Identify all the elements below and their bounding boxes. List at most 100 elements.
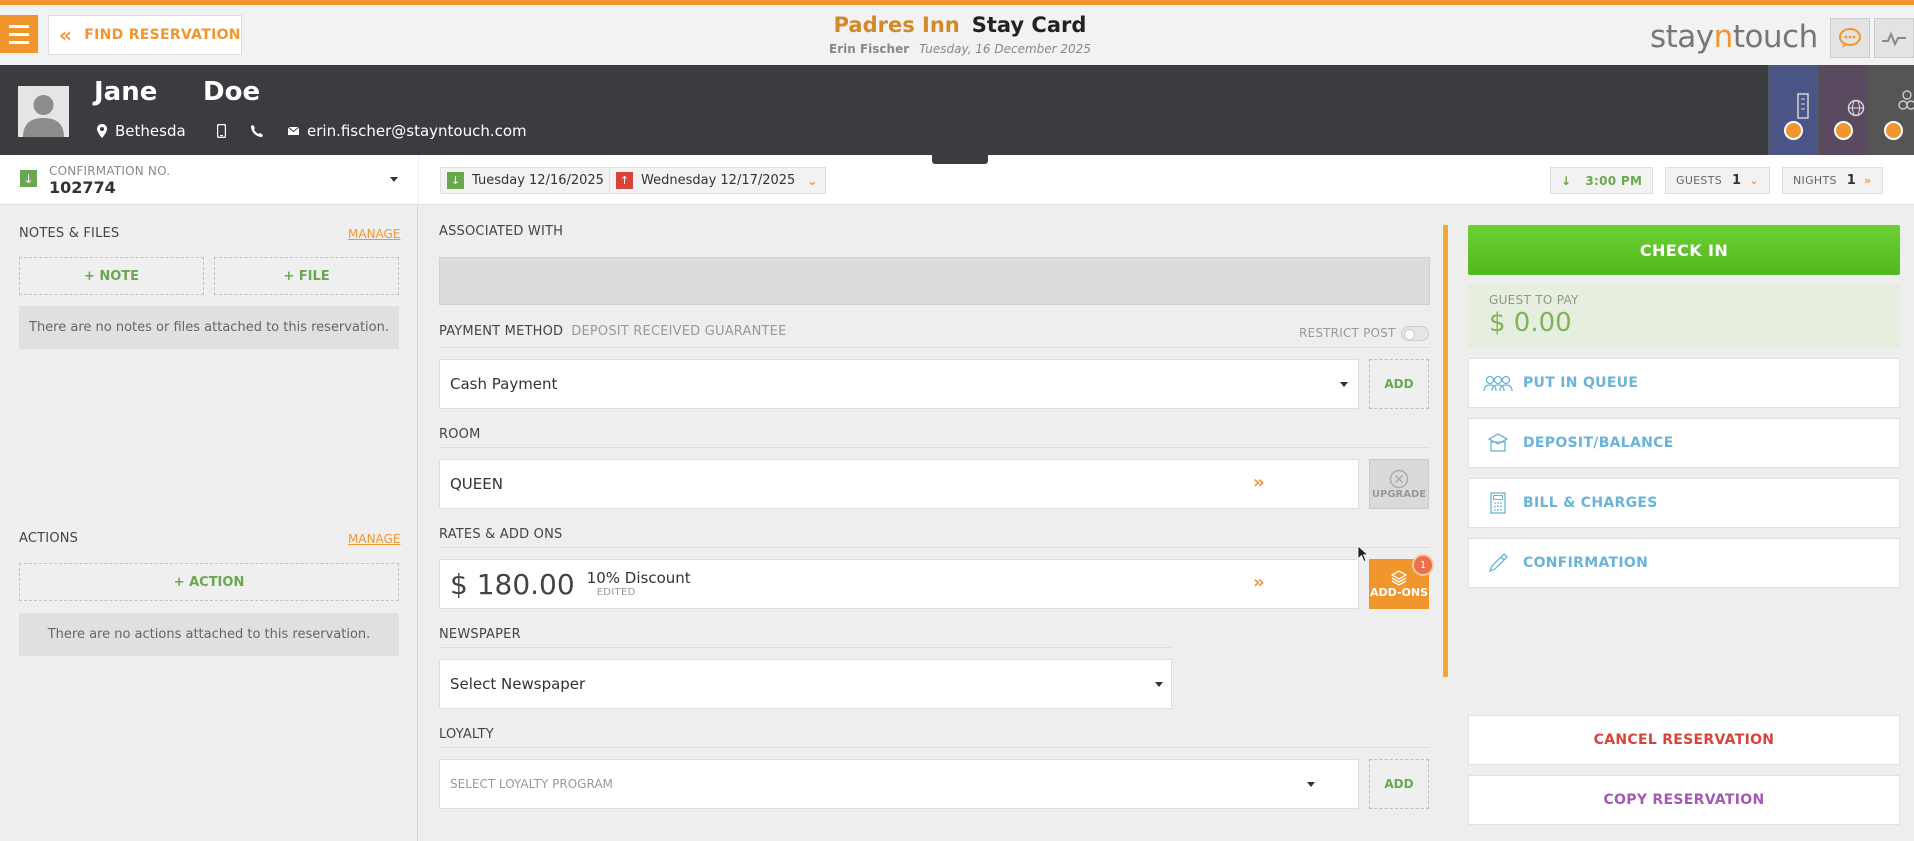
newspaper-label: NEWSPAPER	[439, 627, 521, 642]
rate-field[interactable]: $ 180.00 10% Discount EDITED »	[439, 559, 1359, 609]
associated-with-label: ASSOCIATED WITH	[439, 224, 564, 239]
wallet-icon	[1473, 432, 1523, 454]
actions-heading: ACTIONS	[19, 531, 79, 546]
find-reservation-button[interactable]: « FIND RESERVATION	[48, 15, 242, 55]
guests-selector[interactable]: GUESTS 1 ⌄	[1665, 167, 1770, 194]
hotel-name: Padres Inn	[833, 13, 960, 37]
caret-down-icon	[1307, 782, 1315, 787]
search-icon[interactable]	[1784, 121, 1803, 140]
arrival-arrow-icon: ↓	[20, 170, 37, 187]
arrival-time[interactable]: ↓ 3:00 PM	[1550, 167, 1654, 194]
pen-icon	[1473, 552, 1523, 574]
double-chevron-right-icon: »	[1253, 572, 1265, 593]
rates-addons-label: RATES & ADD ONS	[439, 527, 563, 542]
arrival-date[interactable]: ↓ Tuesday 12/16/2025	[440, 167, 618, 194]
activity-button[interactable]	[1874, 18, 1914, 58]
chat-icon	[1839, 28, 1861, 48]
restrict-post-toggle[interactable]	[1401, 326, 1429, 341]
deposit-balance-button[interactable]: DEPOSIT/BALANCE	[1468, 418, 1900, 468]
confirmation-button[interactable]: CONFIRMATION	[1468, 538, 1900, 588]
mobile-phone-icon[interactable]	[217, 124, 226, 138]
upgrade-button[interactable]: UPGRADE	[1369, 459, 1429, 509]
upgrade-label: UPGRADE	[1371, 488, 1427, 500]
add-file-button[interactable]: + FILE	[214, 257, 399, 295]
nights-selector[interactable]: NIGHTS 1 »	[1782, 167, 1883, 194]
cancel-reservation-button[interactable]: CANCEL RESERVATION	[1468, 715, 1900, 765]
building-icon	[1797, 93, 1809, 119]
search-icon[interactable]	[1834, 121, 1853, 140]
addons-count-badge: 1	[1412, 554, 1434, 576]
payment-method-value: Cash Payment	[450, 375, 558, 393]
travel-agent-card-tab[interactable]	[1818, 65, 1868, 155]
guest-email[interactable]: erin.fischer@stayntouch.com	[288, 122, 527, 140]
top-bar: « FIND RESERVATION Padres Inn Stay Card E…	[0, 0, 1914, 65]
departure-date[interactable]: ↑ Wednesday 12/17/2025 ⌄	[609, 167, 827, 194]
restrict-post-label: RESTRICT POST	[1299, 326, 1396, 340]
add-payment-button[interactable]: ADD	[1369, 359, 1429, 409]
arrival-time-text: 3:00 PM	[1585, 173, 1643, 188]
chat-button[interactable]	[1830, 18, 1870, 58]
confirmation-number: 102774	[49, 178, 116, 197]
panel-drag-handle[interactable]	[932, 155, 988, 164]
check-in-button[interactable]: CHECK IN	[1468, 225, 1900, 275]
payment-guarantee-label: DEPOSIT RECEIVED GUARANTEE	[571, 324, 787, 339]
mouse-cursor-icon	[1357, 545, 1369, 563]
payment-method-select[interactable]: Cash Payment	[439, 359, 1359, 409]
page-name: Stay Card	[971, 13, 1087, 37]
newspaper-select[interactable]: Select Newspaper	[439, 659, 1172, 709]
pulse-icon	[1882, 31, 1906, 47]
search-icon[interactable]	[1884, 121, 1903, 140]
double-chevron-down-icon: ⌄	[807, 173, 818, 188]
menu-button[interactable]	[0, 15, 38, 53]
add-action-button[interactable]: + ACTION	[19, 563, 399, 601]
company-card-tab[interactable]	[1768, 65, 1818, 155]
caret-down-icon	[1340, 382, 1348, 387]
add-loyalty-button[interactable]: ADD	[1369, 759, 1429, 809]
notes-empty-message: There are no notes or files attached to …	[19, 306, 399, 349]
person-silhouette-icon	[23, 95, 64, 137]
caret-down-icon[interactable]	[390, 177, 398, 182]
session-info: Erin Fischer Tuesday, 16 December 2025	[800, 42, 1120, 56]
rate-price: $ 180.00	[450, 567, 575, 601]
guest-location: Bethesda	[97, 122, 217, 140]
loyalty-select[interactable]: SELECT LOYALTY PROGRAM	[439, 759, 1359, 809]
nights-label: NIGHTS	[1793, 174, 1837, 187]
put-in-queue-label: PUT IN QUEUE	[1523, 375, 1639, 391]
layers-icon	[1391, 569, 1407, 586]
add-note-button[interactable]: + NOTE	[19, 257, 204, 295]
room-type-value: QUEEN	[450, 475, 503, 493]
notes-manage-link[interactable]: MANAGE	[348, 227, 400, 241]
associated-with-field[interactable]	[439, 257, 1430, 305]
section-divider	[1443, 225, 1448, 677]
confirmation-selector[interactable]: ↓ CONFIRMATION NO. 102774	[0, 155, 418, 205]
actions-manage-link[interactable]: MANAGE	[348, 532, 400, 546]
hamburger-icon	[9, 24, 29, 28]
group-card-tab[interactable]	[1868, 65, 1914, 155]
bill-charges-button[interactable]: BILL & CHARGES	[1468, 478, 1900, 528]
group-icon	[1898, 90, 1914, 110]
rate-name: 10% Discount	[586, 569, 691, 588]
double-chevron-right-icon: »	[1864, 174, 1872, 187]
map-pin-icon	[97, 124, 107, 138]
copy-reservation-button[interactable]: COPY RESERVATION	[1468, 775, 1900, 825]
find-reservation-label: FIND RESERVATION	[84, 27, 241, 43]
room-label: ROOM	[439, 427, 481, 442]
room-type-field[interactable]: QUEEN »	[439, 459, 1359, 509]
guest-to-pay-amount: $ 0.00	[1489, 308, 1572, 338]
newspaper-value: Select Newspaper	[450, 675, 586, 693]
guest-first-name[interactable]: Jane	[94, 77, 157, 107]
close-circle-icon	[1389, 469, 1409, 488]
phone-icon[interactable]	[251, 125, 263, 137]
calculator-icon	[1473, 492, 1523, 514]
double-chevron-left-icon: «	[59, 23, 73, 47]
user-name: Erin Fischer	[829, 42, 910, 56]
departure-date-text: Wednesday 12/17/2025	[641, 173, 796, 188]
avatar[interactable]	[18, 86, 69, 137]
confirmation-label: CONFIRMATION	[1523, 555, 1649, 571]
guests-label: GUESTS	[1676, 174, 1723, 187]
page-title: Padres Inn Stay Card	[800, 13, 1120, 37]
guest-last-name[interactable]: Doe	[203, 77, 260, 107]
envelope-icon	[288, 127, 299, 135]
payment-method-label: PAYMENT METHOD DEPOSIT RECEIVED GUARANTEE	[439, 324, 787, 339]
put-in-queue-button[interactable]: PUT IN QUEUE	[1468, 358, 1900, 408]
